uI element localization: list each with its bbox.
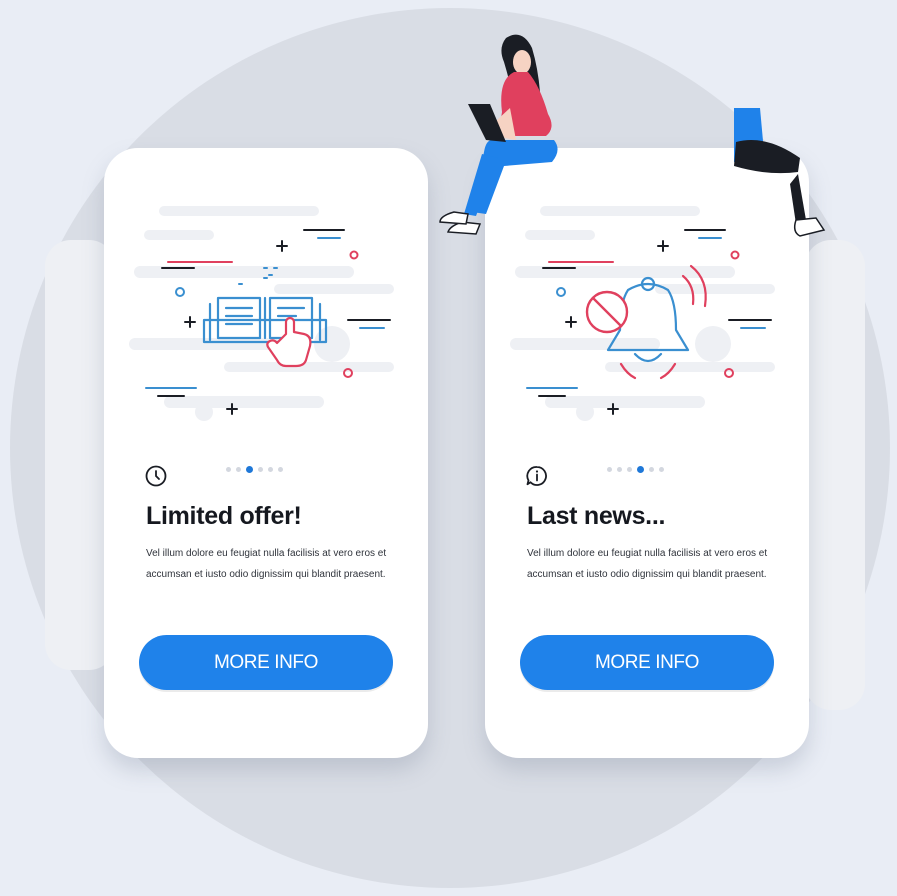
pager-dot[interactable] (258, 467, 263, 472)
pager-dot[interactable] (627, 467, 632, 472)
card-description: Vel illum dolore eu feugiat nulla facili… (146, 548, 387, 580)
card-description: Vel illum dolore eu feugiat nulla facili… (527, 548, 768, 580)
info-icon (526, 466, 547, 486)
onboarding-card-limited-offer: Limited offer! Vel illum dolore eu feugi… (104, 148, 428, 758)
woman-with-laptop-illustration (439, 34, 558, 235)
pager-dot[interactable] (659, 467, 664, 472)
pager-dot[interactable] (607, 467, 612, 472)
pager-dots (607, 466, 664, 473)
pager-dot[interactable] (649, 467, 654, 472)
more-info-button[interactable]: MORE INFO (520, 635, 774, 690)
clock-icon (145, 465, 167, 487)
pager-dot[interactable] (268, 467, 273, 472)
background-panel-right (805, 240, 865, 710)
pager-dots (226, 466, 283, 473)
pager-dot[interactable] (278, 467, 283, 472)
card-title: Last news... (527, 502, 666, 530)
more-info-button[interactable]: MORE INFO (139, 635, 393, 690)
man-illustration-partial (734, 108, 826, 237)
pager-dot[interactable] (236, 467, 241, 472)
pager-dot-active[interactable] (637, 466, 644, 473)
pager-dot[interactable] (617, 467, 622, 472)
pager-dot[interactable] (226, 467, 231, 472)
pager-dot-active[interactable] (246, 466, 253, 473)
book-illustration (129, 206, 394, 421)
card-title: Limited offer! (146, 502, 302, 530)
